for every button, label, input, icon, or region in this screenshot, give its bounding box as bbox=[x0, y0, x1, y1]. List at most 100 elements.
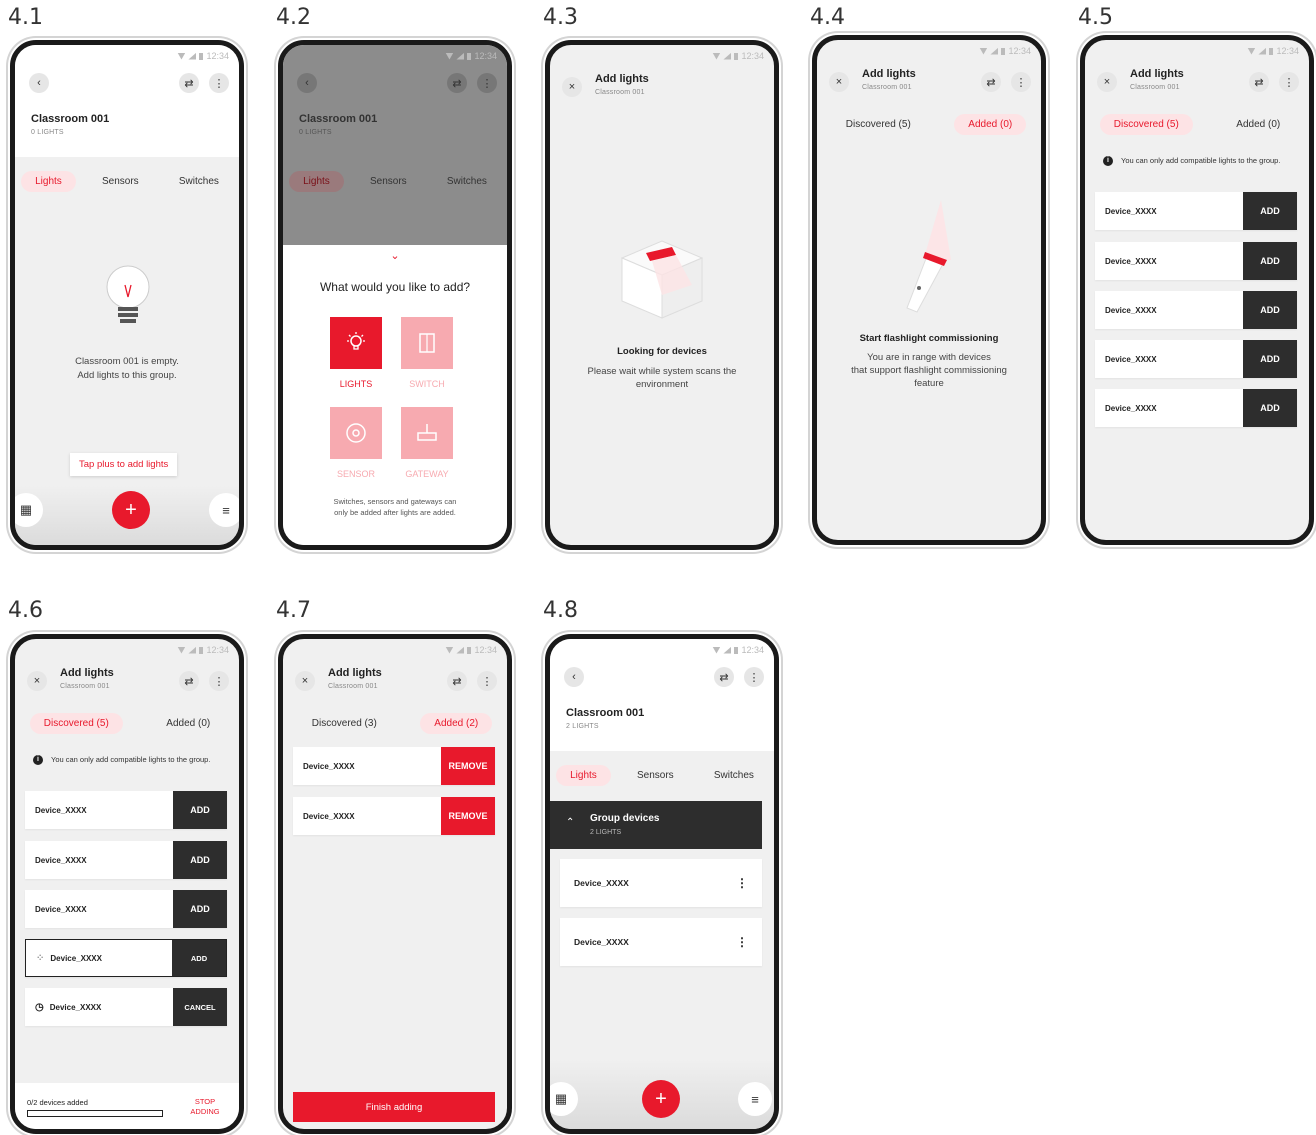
more-icon[interactable]: ⋮ bbox=[722, 935, 762, 949]
sensor-icon bbox=[346, 423, 366, 443]
flashlight-icon bbox=[906, 200, 951, 313]
more-icon[interactable]: ⋮ bbox=[209, 73, 229, 93]
tab-discovered[interactable]: Discovered (5) bbox=[832, 114, 925, 135]
signal-icon bbox=[723, 646, 732, 654]
status-time: 12:34 bbox=[474, 51, 497, 61]
add-button[interactable]: ADD bbox=[1243, 192, 1297, 230]
group-devices-header[interactable]: ⌃ Group devices 2 LIGHTS bbox=[550, 801, 762, 849]
screen-4-7: 12:34 × Add lights Classroom 001 ⇄ ⋮ Dis… bbox=[278, 634, 512, 1134]
back-icon[interactable]: ‹ bbox=[564, 667, 584, 687]
tab-sensors[interactable]: Sensors bbox=[623, 765, 688, 786]
back-icon: ‹ bbox=[297, 73, 317, 93]
device-name: Device_XXXX bbox=[35, 855, 87, 865]
tab-sensors[interactable]: Sensors bbox=[88, 171, 153, 192]
device-name: Device_XXXX bbox=[1105, 403, 1157, 413]
screen-4-8: 12:34 ‹ ⇄ ⋮ Classroom 001 2 LIGHTS Light… bbox=[545, 634, 779, 1134]
add-button[interactable]: ADD bbox=[172, 940, 226, 976]
close-icon[interactable]: × bbox=[829, 72, 849, 92]
device-name: Device_XXXX bbox=[303, 761, 355, 771]
stop-adding-button[interactable]: STOP ADDING bbox=[185, 1097, 225, 1117]
sheet-question: What would you like to add? bbox=[319, 280, 471, 294]
building-icon[interactable]: ▦ bbox=[550, 1082, 578, 1116]
empty-message-line1: Classroom 001 is empty. bbox=[75, 356, 179, 367]
add-button[interactable]: ADD bbox=[173, 841, 227, 879]
menu-icon[interactable]: ≡ bbox=[738, 1082, 772, 1116]
signal-icon bbox=[1258, 47, 1267, 55]
wifi-icon bbox=[1247, 47, 1256, 55]
tab-switches[interactable]: Switches bbox=[165, 171, 233, 192]
status-bar: 12:34 bbox=[1247, 46, 1299, 56]
tab-discovered[interactable]: Discovered (3) bbox=[298, 713, 391, 734]
stop-label: STOP bbox=[194, 1097, 216, 1106]
more-icon[interactable]: ⋮ bbox=[209, 671, 229, 691]
more-icon[interactable]: ⋮ bbox=[477, 671, 497, 691]
filter-icon[interactable]: ⇄ bbox=[1249, 72, 1269, 92]
close-icon[interactable]: × bbox=[562, 77, 582, 97]
page-subtitle: Classroom 001 bbox=[328, 683, 378, 690]
status-bar: 12:34 bbox=[445, 51, 497, 61]
tab-switches[interactable]: Switches bbox=[700, 765, 768, 786]
battery-icon bbox=[1001, 47, 1006, 55]
device-name: Device_XXXX bbox=[49, 1002, 102, 1012]
add-button[interactable]: ADD bbox=[1243, 340, 1297, 378]
caption-4-2: 4.2 bbox=[276, 5, 311, 30]
screen-4-2: 12:34 ‹ ⇄ ⋮ Classroom 001 0 LIGHTS Light… bbox=[278, 40, 512, 550]
tab-switches: Switches bbox=[446, 176, 487, 187]
add-button[interactable]: ADD bbox=[173, 890, 227, 928]
filter-icon[interactable]: ⇄ bbox=[714, 667, 734, 687]
tab-added[interactable]: Added (0) bbox=[954, 114, 1027, 135]
tab-added[interactable]: Added (0) bbox=[152, 713, 224, 734]
screen-4-4: 12:34 × Add lights Classroom 001 ⇄ ⋮ Dis… bbox=[812, 35, 1046, 545]
tab-added[interactable]: Added (0) bbox=[1222, 114, 1294, 135]
switch-icon bbox=[419, 333, 435, 353]
add-button[interactable]: ADD bbox=[173, 791, 227, 829]
close-icon[interactable]: × bbox=[295, 671, 315, 691]
tab-lights[interactable]: Lights bbox=[21, 171, 76, 192]
finish-adding-button[interactable]: Finish adding bbox=[293, 1092, 495, 1122]
collapse-chevron-icon[interactable]: ⌄ bbox=[283, 249, 507, 262]
more-icon: ⋮ bbox=[477, 73, 497, 93]
add-fab[interactable]: + bbox=[112, 491, 150, 529]
group-device-row[interactable]: Device_XXXX ⋮ bbox=[560, 859, 762, 907]
filter-icon[interactable]: ⇄ bbox=[179, 73, 199, 93]
add-button[interactable]: ADD bbox=[1243, 291, 1297, 329]
filter-icon[interactable]: ⇄ bbox=[179, 671, 199, 691]
wifi-icon bbox=[445, 52, 454, 60]
remove-button[interactable]: REMOVE bbox=[441, 797, 495, 835]
add-button[interactable]: ADD bbox=[1243, 389, 1297, 427]
screen-4-1: 12:34 ‹ ⇄ ⋮ Classroom 001 0 LIGHTS Light… bbox=[10, 40, 244, 550]
remove-button[interactable]: REMOVE bbox=[441, 747, 495, 785]
battery-icon bbox=[734, 52, 739, 60]
switch-option bbox=[401, 317, 453, 369]
group-subtitle: 2 LIGHTS bbox=[590, 829, 622, 836]
device-name: Device_XXXX bbox=[35, 904, 87, 914]
tab-lights[interactable]: Lights bbox=[556, 765, 611, 786]
more-icon[interactable]: ⋮ bbox=[1011, 72, 1031, 92]
device-row: Device_XXXX ADD bbox=[1095, 340, 1297, 378]
back-icon[interactable]: ‹ bbox=[29, 73, 49, 93]
building-icon[interactable]: ▦ bbox=[15, 493, 43, 527]
more-icon[interactable]: ⋮ bbox=[744, 667, 764, 687]
more-icon[interactable]: ⋮ bbox=[1279, 72, 1299, 92]
scan-line2: environment bbox=[635, 379, 689, 390]
signal-icon bbox=[990, 47, 999, 55]
group-device-row[interactable]: Device_XXXX ⋮ bbox=[560, 918, 762, 966]
device-name: Device_XXXX bbox=[574, 878, 629, 888]
tab-discovered[interactable]: Discovered (5) bbox=[1099, 114, 1193, 135]
add-button[interactable]: ADD bbox=[1243, 242, 1297, 280]
add-fab[interactable]: + bbox=[642, 1080, 680, 1118]
device-name: Device_XXXX bbox=[1105, 354, 1157, 364]
filter-icon[interactable]: ⇄ bbox=[447, 671, 467, 691]
tab-added[interactable]: Added (2) bbox=[420, 713, 493, 734]
filter-icon[interactable]: ⇄ bbox=[981, 72, 1001, 92]
flashlight-line1: You are in range with devices bbox=[867, 352, 991, 363]
menu-icon[interactable]: ≡ bbox=[209, 493, 239, 527]
close-icon[interactable]: × bbox=[1097, 72, 1117, 92]
tab-discovered[interactable]: Discovered (5) bbox=[29, 713, 123, 734]
device-row: Device_XXXX ADD bbox=[1095, 389, 1297, 427]
more-icon[interactable]: ⋮ bbox=[722, 876, 762, 890]
scan-heading: Looking for devices bbox=[617, 346, 707, 357]
lights-option[interactable] bbox=[330, 317, 382, 369]
cancel-button[interactable]: CANCEL bbox=[173, 988, 227, 1026]
close-icon[interactable]: × bbox=[27, 671, 47, 691]
